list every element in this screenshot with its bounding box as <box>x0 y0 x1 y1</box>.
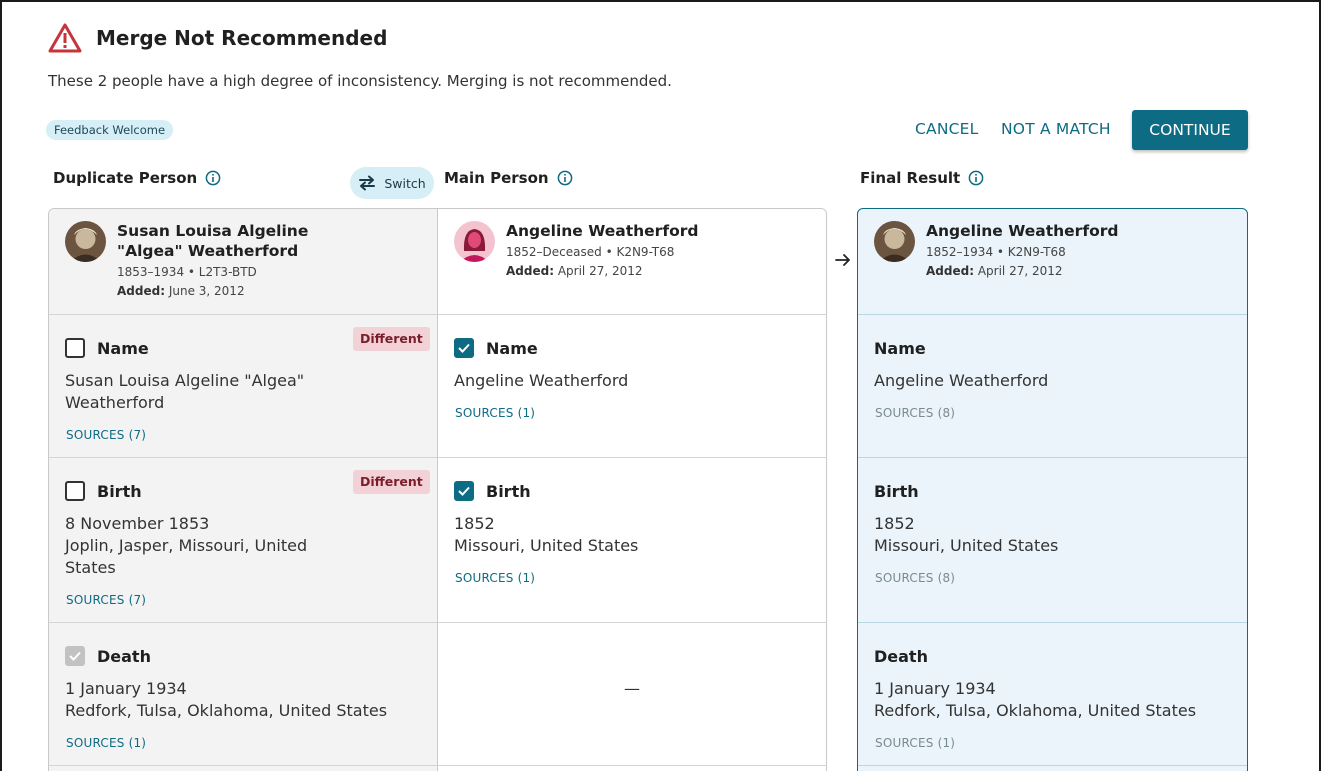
info-icon[interactable] <box>205 170 221 186</box>
final-death-sources: SOURCES (1) <box>875 736 956 750</box>
birth-field-label: Birth <box>486 482 531 501</box>
divider <box>49 314 826 315</box>
info-icon[interactable] <box>968 170 984 186</box>
page-title: Merge Not Recommended <box>96 26 388 50</box>
duplicate-name-sources-link[interactable]: SOURCES (7) <box>66 428 146 442</box>
checkmark-icon <box>458 343 470 353</box>
main-name-checkbox[interactable] <box>454 338 474 358</box>
final-death-date: 1 January 1934 <box>874 679 996 698</box>
main-person-name[interactable]: Angeline Weatherford <box>506 221 698 241</box>
warning-triangle-icon <box>48 23 82 53</box>
main-person-added: Added: April 27, 2012 <box>506 264 643 278</box>
main-person-lifespan: 1852–Deceased • K2N9-T68 <box>506 245 675 259</box>
birth-field-label: Birth <box>874 482 919 501</box>
continue-button[interactable]: CONTINUE <box>1132 110 1248 150</box>
duplicate-name-value: Susan Louisa Algeline "Algea" Weatherfor… <box>65 371 305 412</box>
divider <box>858 314 1247 315</box>
duplicate-death-checkbox <box>65 646 85 666</box>
checkmark-icon <box>69 651 81 661</box>
main-birth-sources-link[interactable]: SOURCES (1) <box>455 571 535 585</box>
different-badge: Different <box>353 470 430 494</box>
divider <box>49 622 826 623</box>
duplicate-death-place: Redfork, Tulsa, Oklahoma, United States <box>65 701 388 720</box>
duplicate-birth-checkbox[interactable] <box>65 481 85 501</box>
different-badge: Different <box>353 327 430 351</box>
divider <box>858 622 1247 623</box>
duplicate-name-checkbox[interactable] <box>65 338 85 358</box>
switch-label: Switch <box>384 175 426 191</box>
main-birth-date: 1852 <box>454 514 495 533</box>
switch-button[interactable]: Switch <box>350 167 434 199</box>
name-field-label: Name <box>97 339 149 358</box>
info-icon[interactable] <box>557 170 573 186</box>
duplicate-person-heading: Duplicate Person <box>53 169 221 187</box>
merge-dialog: Merge Not Recommended These 2 people hav… <box>0 0 1321 771</box>
main-person-heading: Main Person <box>444 169 573 187</box>
final-person-added: Added: April 27, 2012 <box>926 264 1063 278</box>
divider <box>49 457 826 458</box>
not-a-match-button[interactable]: NOT A MATCH <box>1001 120 1111 138</box>
duplicate-person-label: Duplicate Person <box>53 169 198 187</box>
duplicate-birth-date: 8 November 1853 <box>65 514 210 533</box>
feedback-welcome-badge[interactable]: Feedback Welcome <box>46 120 174 140</box>
main-death-empty: — <box>624 679 640 698</box>
name-field-label: Name <box>874 339 926 358</box>
final-name-sources: SOURCES (8) <box>875 406 956 420</box>
main-name-value: Angeline Weatherford <box>454 371 629 390</box>
final-person-name[interactable]: Angeline Weatherford <box>926 221 1118 241</box>
duplicate-person-avatar[interactable] <box>65 221 106 262</box>
main-name-sources-link[interactable]: SOURCES (1) <box>455 406 535 420</box>
duplicate-death-date: 1 January 1934 <box>65 679 187 698</box>
duplicate-person-lifespan: 1853–1934 • L2T3-BTD <box>117 265 257 279</box>
final-birth-place: Missouri, United States <box>874 536 1059 555</box>
final-person-lifespan: 1852–1934 • K2N9-T68 <box>926 245 1066 259</box>
main-birth-checkbox[interactable] <box>454 481 474 501</box>
name-field-label: Name <box>486 339 538 358</box>
dialog-header: Merge Not Recommended <box>48 22 387 54</box>
birth-field-label: Birth <box>97 482 142 501</box>
cancel-button[interactable]: CANCEL <box>915 120 978 138</box>
checkmark-icon <box>458 486 470 496</box>
duplicate-birth-place: Joplin, Jasper, Missouri, United States <box>65 536 308 577</box>
death-field-label: Death <box>874 647 928 666</box>
main-person-label: Main Person <box>444 169 549 187</box>
duplicate-person-name[interactable]: Susan Louisa Algeline "Algea" Weatherfor… <box>117 221 377 261</box>
swap-arrows-icon <box>359 175 376 191</box>
comparison-grid: Susan Louisa Algeline "Algea" Weatherfor… <box>48 208 827 771</box>
final-result-label: Final Result <box>860 169 961 187</box>
divider <box>858 765 1247 766</box>
final-person-avatar[interactable] <box>874 221 915 262</box>
page-subtitle: These 2 people have a high degree of inc… <box>48 72 672 90</box>
duplicate-person-added: Added: June 3, 2012 <box>117 284 245 298</box>
final-result-heading: Final Result <box>860 169 984 187</box>
divider <box>858 457 1247 458</box>
main-birth-place: Missouri, United States <box>454 536 639 555</box>
arrow-right-icon <box>835 254 850 266</box>
death-field-label: Death <box>97 647 151 666</box>
final-death-place: Redfork, Tulsa, Oklahoma, United States <box>874 701 1197 720</box>
divider <box>49 765 826 766</box>
duplicate-death-sources-link[interactable]: SOURCES (1) <box>66 736 146 750</box>
duplicate-birth-sources-link[interactable]: SOURCES (7) <box>66 593 146 607</box>
final-result-column: Angeline Weatherford 1852–1934 • K2N9-T6… <box>857 208 1248 771</box>
main-person-avatar[interactable] <box>454 221 495 262</box>
final-birth-date: 1852 <box>874 514 915 533</box>
final-birth-sources: SOURCES (8) <box>875 571 956 585</box>
final-name-value: Angeline Weatherford <box>874 371 1049 390</box>
